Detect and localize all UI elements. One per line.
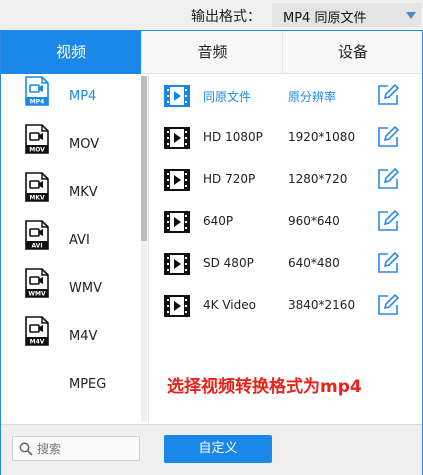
scrollbar-thumb[interactable] [141,76,147,241]
search-box[interactable] [12,436,140,461]
format-item-mov[interactable]: MOV MOV [1,124,141,172]
format-item-mkv[interactable]: MKV MKV [1,172,141,220]
output-format-value: MP4 同原文件 [283,11,367,26]
format-name: MPEG [69,377,107,392]
format-panel: 视频 音频 设备 MP4 MP4 MOV MOV MKV MKV AVI AVI WMV WMV M… [0,30,423,475]
format-badge: MOV [29,147,45,154]
edit-icon[interactable] [377,294,399,316]
video-file-icon: M4V [25,316,49,346]
format-name: MP4 [69,89,97,104]
format-list-scrollbar[interactable] [141,76,147,421]
preset-row[interactable]: SD 480P 640*480 [149,244,422,284]
film-strip-icon [164,85,190,107]
format-badge: AVI [31,243,42,250]
format-name: MOV [69,137,100,152]
chevron-down-icon[interactable] [406,12,416,19]
preset-list: 同原文件 原分辨率 HD 1080P 1920*1080 HD 720P 1280*720… [149,74,422,423]
output-format-bar: 输出格式： MP4 同原文件 [0,0,423,30]
preset-row[interactable]: HD 1080P 1920*1080 [149,118,422,158]
format-name: AVI [69,233,90,248]
preset-resolution: 原分辨率 [288,90,337,104]
film-strip-icon [164,127,190,149]
edit-icon[interactable] [377,168,399,190]
video-file-icon: MOV [25,124,49,154]
edit-icon[interactable] [377,84,399,106]
format-name: M4V [69,329,98,344]
video-file-icon: AVI [25,220,49,250]
preset-row[interactable]: 640P 960*640 [149,202,422,242]
custom-button[interactable]: 自定义 [164,435,272,463]
video-file-icon: MKV [25,172,49,202]
preset-name: 640P [203,214,234,228]
preset-row[interactable]: 同原文件 原分辨率 [149,76,422,116]
preset-resolution: 1920*1080 [288,130,356,144]
tab-video[interactable]: 视频 [1,31,141,74]
format-badge: M4V [30,339,45,346]
preset-row[interactable]: 4K Video 3840*2160 [149,286,422,326]
film-strip-icon [164,253,190,275]
preset-resolution: 640*480 [288,256,340,270]
format-badge: MP4 [30,99,45,106]
format-item-mp4[interactable]: MP4 MP4 [1,76,141,124]
edit-icon[interactable] [377,126,399,148]
format-name: WMV [69,281,102,296]
format-item-mpeg[interactable]: MPEG [1,364,141,412]
edit-icon[interactable] [377,252,399,274]
format-item-avi[interactable]: AVI AVI [1,220,141,268]
output-format-label: 输出格式： [191,9,261,25]
preset-name: 同原文件 [203,90,252,104]
output-format-dropdown[interactable]: MP4 同原文件 [272,3,421,27]
video-file-icon: MP4 [25,76,49,106]
category-tabs: 视频 音频 设备 [1,31,422,74]
search-icon [19,442,33,456]
edit-icon[interactable] [377,210,399,232]
search-input[interactable] [37,439,133,458]
film-strip-icon [164,169,190,191]
format-name: MKV [69,185,98,200]
preset-resolution: 3840*2160 [288,298,356,312]
preset-resolution: 1280*720 [288,172,348,186]
preset-row[interactable]: HD 720P 1280*720 [149,160,422,200]
format-badge: MKV [29,195,45,202]
video-file-icon: WMV [25,268,49,298]
preset-name: 4K Video [203,298,256,312]
format-item-m4v[interactable]: M4V M4V [1,316,141,364]
format-badge: WMV [28,291,46,298]
format-list: MP4 MP4 MOV MOV MKV MKV AVI AVI WMV WMV M4V M4V MPEG [1,74,149,423]
preset-resolution: 960*640 [288,214,340,228]
annotation-text: 选择视频转换格式为mp4 [167,377,362,397]
preset-name: HD 720P [203,172,256,186]
preset-name: SD 480P [203,256,254,270]
film-strip-icon [164,295,190,317]
format-item-wmv[interactable]: WMV WMV [1,268,141,316]
preset-name: HD 1080P [203,130,263,144]
tab-device[interactable]: 设备 [282,31,423,73]
bottom-bar: 自定义 [1,424,422,475]
film-strip-icon [164,211,190,233]
tab-audio[interactable]: 音频 [141,31,283,73]
